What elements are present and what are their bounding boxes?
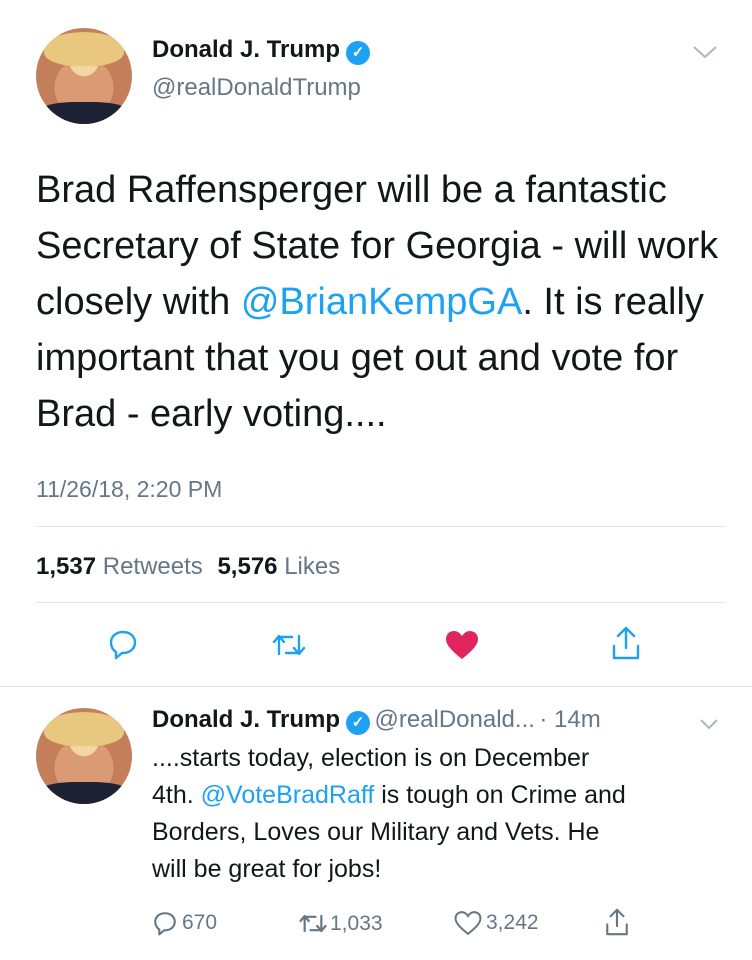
reply-icon[interactable] bbox=[107, 628, 139, 660]
divider bbox=[36, 526, 726, 527]
tweet-line: important that you get out and vote for bbox=[36, 337, 679, 379]
retweet-icon bbox=[298, 911, 328, 936]
author-name[interactable]: Donald J. Trump bbox=[152, 706, 340, 733]
tweet-text: Brad Raffensperger will be a fantastic S… bbox=[36, 162, 736, 442]
avatar[interactable] bbox=[36, 28, 132, 124]
like-icon bbox=[454, 910, 482, 936]
author-handle[interactable]: @realDonaldTrump bbox=[152, 74, 361, 102]
likes-count[interactable]: 5,576 bbox=[217, 553, 277, 580]
tweet-line: Secretary of State for Georgia - will wo… bbox=[36, 225, 719, 267]
chevron-down-icon[interactable] bbox=[692, 44, 718, 60]
share-icon[interactable] bbox=[610, 624, 642, 662]
chevron-down-icon[interactable] bbox=[699, 718, 719, 730]
like-count: 3,242 bbox=[486, 911, 539, 934]
reply-line: 4th. @VoteBradRaff is tough on Crime and bbox=[152, 781, 626, 809]
reply-line: ....starts today, election is on Decembe… bbox=[152, 744, 590, 772]
reply-line: will be great for jobs! bbox=[152, 855, 382, 883]
author-name[interactable]: Donald J. Trump bbox=[152, 36, 340, 63]
likes-label[interactable]: Likes bbox=[284, 553, 340, 580]
retweets-label[interactable]: Retweets bbox=[103, 553, 203, 580]
author-name-row[interactable]: Donald J. Trump ✓ bbox=[152, 36, 371, 65]
retweets-count[interactable]: 1,537 bbox=[36, 553, 96, 580]
retweet-action[interactable]: 1,033 bbox=[298, 911, 383, 936]
tweet-line: Brad Raffensperger will be a fantastic bbox=[36, 169, 667, 211]
author-handle[interactable]: @realDonald... bbox=[374, 706, 534, 733]
reply-time[interactable]: · 14m bbox=[539, 706, 600, 733]
engagement-stats: 1,537 Retweets 5,576 Likes bbox=[36, 553, 340, 581]
avatar[interactable] bbox=[36, 708, 132, 804]
reply-header: Donald J. Trump ✓ @realDonald... · 14m bbox=[152, 706, 601, 735]
reply-line: Borders, Loves our Military and Vets. He bbox=[152, 818, 600, 846]
reply-text: ....starts today, election is on Decembe… bbox=[152, 740, 737, 888]
timestamp[interactable]: 11/26/18, 2:20 PM bbox=[36, 476, 222, 503]
retweet-icon[interactable] bbox=[271, 630, 307, 660]
like-icon[interactable] bbox=[444, 629, 480, 661]
verified-icon: ✓ bbox=[346, 40, 371, 65]
mention-link[interactable]: @BrianKempGA bbox=[241, 281, 522, 323]
reply-icon bbox=[152, 910, 178, 936]
reply-count: 670 bbox=[182, 911, 218, 934]
divider bbox=[36, 602, 726, 603]
tweet-line: Brad - early voting.... bbox=[36, 393, 387, 435]
share-icon[interactable] bbox=[604, 906, 630, 938]
reply-action[interactable]: 670 bbox=[152, 910, 217, 936]
like-action[interactable]: 3,242 bbox=[454, 910, 539, 936]
retweet-count: 1,033 bbox=[330, 911, 383, 935]
mention-link[interactable]: @VoteBradRaff bbox=[201, 781, 375, 809]
verified-icon: ✓ bbox=[346, 710, 371, 735]
divider bbox=[0, 686, 752, 687]
tweet-line: closely with @BrianKempGA. It is really bbox=[36, 281, 704, 323]
